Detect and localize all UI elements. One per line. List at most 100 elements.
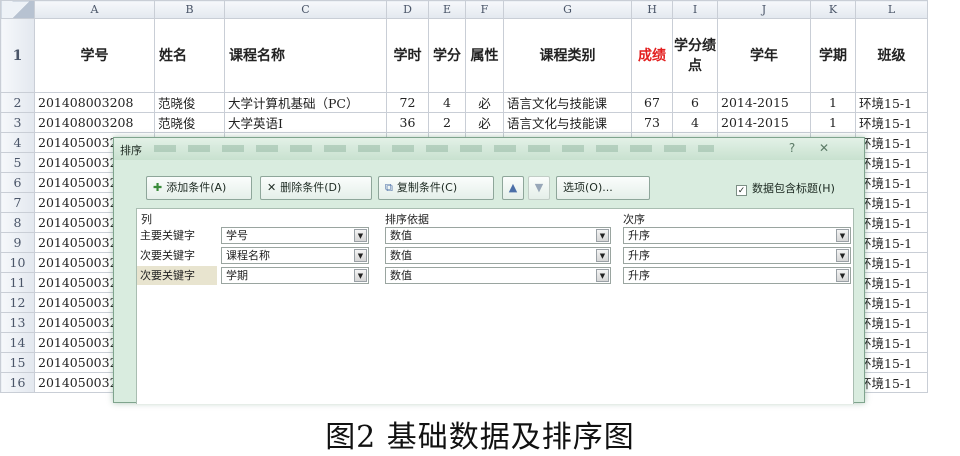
header-cell-semester[interactable]: 学期 — [810, 18, 856, 93]
help-icon[interactable]: ? — [782, 140, 802, 156]
header-cell-score[interactable]: 成绩 — [631, 18, 673, 93]
delete-level-button[interactable]: ✕ 删除条件(D) — [260, 176, 372, 200]
row-header[interactable]: 16 — [0, 372, 35, 393]
cell-school-year[interactable]: 2014-2015 — [717, 92, 811, 113]
sort-on-select[interactable]: 数值 ▼ — [385, 247, 611, 264]
column-header-d[interactable]: D — [386, 0, 429, 19]
column-header-e[interactable]: E — [428, 0, 466, 19]
sort-column-select[interactable]: 学期 ▼ — [221, 267, 369, 284]
dropdown-arrow-icon[interactable]: ▼ — [354, 269, 367, 282]
column-header-i[interactable]: I — [672, 0, 718, 19]
cell-grade-point[interactable]: 6 — [672, 92, 718, 113]
cell-name[interactable]: 范晓俊 — [154, 112, 225, 133]
row-header[interactable]: 2 — [0, 92, 35, 113]
column-header-a[interactable]: A — [34, 0, 155, 19]
cell-semester[interactable]: 1 — [810, 112, 856, 133]
cell-class[interactable]: 环境15-1 — [855, 212, 928, 233]
header-cell-hours[interactable]: 学时 — [386, 18, 429, 93]
dropdown-arrow-icon[interactable]: ▼ — [354, 249, 367, 262]
column-header-c[interactable]: C — [224, 0, 387, 19]
close-icon[interactable]: ✕ — [814, 140, 834, 156]
row-header[interactable]: 9 — [0, 232, 35, 253]
cell-class[interactable]: 环境15-1 — [855, 132, 928, 153]
cell-score[interactable]: 67 — [631, 92, 673, 113]
cell-school-year[interactable]: 2014-2015 — [717, 112, 811, 133]
select-all-corner[interactable] — [0, 0, 35, 19]
column-header-h[interactable]: H — [631, 0, 673, 19]
header-cell-course-name[interactable]: 课程名称 — [224, 18, 387, 93]
cell-semester[interactable]: 1 — [810, 92, 856, 113]
move-up-button[interactable]: ▲ — [502, 176, 524, 200]
dropdown-arrow-icon[interactable]: ▼ — [596, 229, 609, 242]
row-header[interactable]: 5 — [0, 152, 35, 173]
sort-column-select[interactable]: 学号 ▼ — [221, 227, 369, 244]
cell-credits[interactable]: 2 — [428, 112, 466, 133]
header-cell-class[interactable]: 班级 — [855, 18, 928, 93]
has-header-checkbox[interactable]: ✓ 数据包含标题(H) — [736, 180, 835, 196]
cell-class[interactable]: 环境15-1 — [855, 332, 928, 353]
column-header-j[interactable]: J — [717, 0, 811, 19]
cell-student-id[interactable]: 201408003208 — [34, 92, 155, 113]
header-cell-course-type[interactable]: 课程类别 — [503, 18, 632, 93]
sort-order-select[interactable]: 升序 ▼ — [623, 247, 851, 264]
row-header[interactable]: 7 — [0, 192, 35, 213]
cell-class[interactable]: 环境15-1 — [855, 152, 928, 173]
header-cell-student-id[interactable]: 学号 — [34, 18, 155, 93]
cell-attribute[interactable]: 必 — [465, 92, 504, 113]
options-button[interactable]: 选项(O)... — [556, 176, 650, 200]
cell-class[interactable]: 环境15-1 — [855, 352, 928, 373]
header-cell-attribute[interactable]: 属性 — [465, 18, 504, 93]
row-header[interactable]: 13 — [0, 312, 35, 333]
row-header[interactable]: 1 — [0, 18, 35, 93]
header-cell-grade-point[interactable]: 学分绩点 — [672, 18, 718, 93]
sort-level-row-selected[interactable]: 次要关键字 学期 ▼ 数值 ▼ 升序 ▼ — [137, 266, 853, 285]
cell-class[interactable]: 环境15-1 — [855, 272, 928, 293]
sort-column-select[interactable]: 课程名称 ▼ — [221, 247, 369, 264]
row-header[interactable]: 15 — [0, 352, 35, 373]
row-header[interactable]: 4 — [0, 132, 35, 153]
row-header[interactable]: 14 — [0, 332, 35, 353]
row-header[interactable]: 12 — [0, 292, 35, 313]
dropdown-arrow-icon[interactable]: ▼ — [836, 249, 849, 262]
row-header[interactable]: 6 — [0, 172, 35, 193]
dialog-titlebar[interactable]: 排序 ? ✕ — [114, 138, 864, 160]
cell-student-id[interactable]: 201408003208 — [34, 112, 155, 133]
cell-hours[interactable]: 36 — [386, 112, 429, 133]
dropdown-arrow-icon[interactable]: ▼ — [354, 229, 367, 242]
sort-on-select[interactable]: 数值 ▼ — [385, 267, 611, 284]
column-header-k[interactable]: K — [810, 0, 856, 19]
sort-level-row[interactable]: 主要关键字 学号 ▼ 数值 ▼ 升序 ▼ — [137, 226, 853, 245]
column-header-l[interactable]: L — [855, 0, 928, 19]
cell-course-type[interactable]: 语言文化与技能课 — [503, 112, 632, 133]
column-header-b[interactable]: B — [154, 0, 225, 19]
column-header-g[interactable]: G — [503, 0, 632, 19]
cell-class[interactable]: 环境15-1 — [855, 92, 928, 113]
row-header[interactable]: 11 — [0, 272, 35, 293]
cell-class[interactable]: 环境15-1 — [855, 372, 928, 393]
copy-level-button[interactable]: ⧉ 复制条件(C) — [378, 176, 494, 200]
cell-class[interactable]: 环境15-1 — [855, 192, 928, 213]
sort-order-select[interactable]: 升序 ▼ — [623, 267, 851, 284]
dropdown-arrow-icon[interactable]: ▼ — [836, 229, 849, 242]
dropdown-arrow-icon[interactable]: ▼ — [596, 269, 609, 282]
cell-course-name[interactable]: 大学英语Ⅰ — [224, 112, 387, 133]
cell-score[interactable]: 73 — [631, 112, 673, 133]
row-header[interactable]: 10 — [0, 252, 35, 273]
header-cell-credits[interactable]: 学分 — [428, 18, 466, 93]
dropdown-arrow-icon[interactable]: ▼ — [596, 249, 609, 262]
row-header[interactable]: 8 — [0, 212, 35, 233]
cell-course-type[interactable]: 语言文化与技能课 — [503, 92, 632, 113]
cell-class[interactable]: 环境15-1 — [855, 232, 928, 253]
cell-class[interactable]: 环境15-1 — [855, 312, 928, 333]
sort-level-row[interactable]: 次要关键字 课程名称 ▼ 数值 ▼ 升序 ▼ — [137, 246, 853, 265]
cell-class[interactable]: 环境15-1 — [855, 292, 928, 313]
cell-name[interactable]: 范晓俊 — [154, 92, 225, 113]
cell-class[interactable]: 环境15-1 — [855, 112, 928, 133]
cell-course-name[interactable]: 大学计算机基础（PC） — [224, 92, 387, 113]
cell-class[interactable]: 环境15-1 — [855, 252, 928, 273]
header-cell-name[interactable]: 姓名 — [154, 18, 225, 93]
column-header-f[interactable]: F — [465, 0, 504, 19]
sort-order-select[interactable]: 升序 ▼ — [623, 227, 851, 244]
cell-credits[interactable]: 4 — [428, 92, 466, 113]
header-cell-school-year[interactable]: 学年 — [717, 18, 811, 93]
